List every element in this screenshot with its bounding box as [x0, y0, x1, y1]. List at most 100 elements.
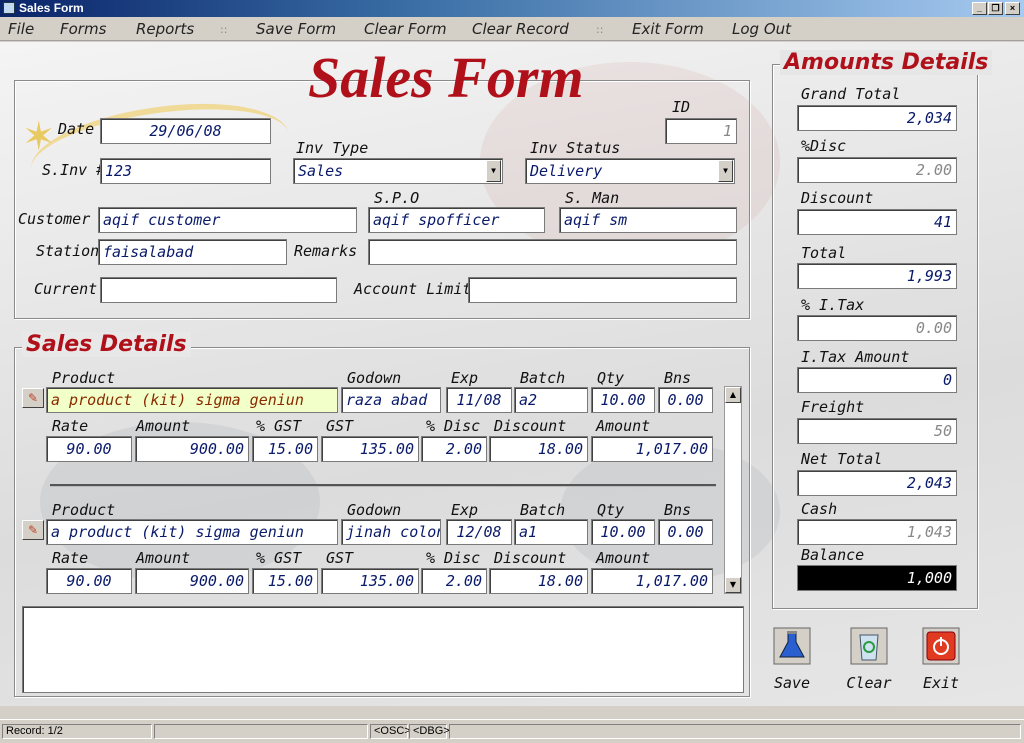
- edit-pencil-icon[interactable]: ✎: [22, 520, 44, 540]
- amount-field[interactable]: 900.00: [135, 436, 249, 462]
- station-label: Station: [36, 242, 100, 260]
- pct-disc-label: % Disc: [426, 417, 481, 435]
- inv-status-select[interactable]: Delivery ▼: [525, 158, 735, 184]
- close-button[interactable]: ×: [1005, 2, 1020, 15]
- product-label: Product: [52, 501, 116, 519]
- rate-field[interactable]: 90.00: [46, 436, 132, 462]
- id-label: ID: [672, 98, 691, 116]
- bns-field[interactable]: 0.00: [658, 519, 713, 545]
- qty-field[interactable]: 10.00: [591, 387, 655, 413]
- restore-button[interactable]: ❐: [988, 2, 1003, 15]
- save-caption: Save: [773, 674, 811, 692]
- discount-label: Discount: [494, 417, 567, 435]
- total-field[interactable]: 1,993: [797, 263, 957, 289]
- discount-field[interactable]: 18.00: [489, 568, 588, 594]
- id-field[interactable]: 1: [665, 118, 737, 144]
- minimize-button[interactable]: _: [972, 2, 987, 15]
- grand-total-field[interactable]: 2,034: [797, 105, 957, 131]
- batch-label: Batch: [520, 501, 566, 519]
- itax-amount-field[interactable]: 0: [797, 367, 957, 393]
- save-button[interactable]: Save: [762, 626, 822, 692]
- exp-field[interactable]: 11/08: [446, 387, 512, 413]
- menu-bar: File Forms Reports :: Save Form Clear Fo…: [0, 17, 1024, 41]
- scroll-up-icon[interactable]: ▲: [725, 387, 741, 403]
- current-field[interactable]: [100, 277, 337, 303]
- pct-disc-label: % Disc: [426, 549, 481, 567]
- pct-disc-field[interactable]: 2.00: [421, 568, 487, 594]
- title-bar: Sales Form _ ❐ ×: [0, 0, 1024, 17]
- net-amount-field[interactable]: 1,017.00: [591, 568, 713, 594]
- menu-separator: ::: [220, 23, 228, 36]
- remarks-field[interactable]: [368, 239, 737, 265]
- menu-forms[interactable]: Forms: [60, 20, 106, 38]
- freight-label: Freight: [801, 398, 865, 416]
- status-bar: Record: 1/2 <OSC> <DBG>: [0, 719, 1024, 743]
- godown-field[interactable]: raza abad: [341, 387, 441, 413]
- freight-field[interactable]: 50: [797, 418, 957, 444]
- sinv-label: S.Inv #: [42, 161, 106, 179]
- edit-pencil-icon[interactable]: ✎: [22, 388, 44, 408]
- pct-disc-total-label: %Disc: [801, 137, 847, 155]
- menu-reports[interactable]: Reports: [136, 20, 194, 38]
- remarks-label: Remarks: [294, 242, 358, 260]
- customer-field[interactable]: aqif customer: [98, 207, 357, 233]
- pct-itax-field[interactable]: 0.00: [797, 315, 957, 341]
- discount-total-label: Discount: [801, 189, 874, 207]
- menu-file[interactable]: File: [8, 20, 34, 38]
- discount-field[interactable]: 18.00: [489, 436, 588, 462]
- spo-field[interactable]: aqif spofficer: [368, 207, 545, 233]
- scroll-down-icon[interactable]: ▼: [725, 577, 741, 593]
- discount-label: Discount: [494, 549, 567, 567]
- notes-memo[interactable]: [22, 606, 744, 693]
- menu-clear-record[interactable]: Clear Record: [472, 20, 569, 38]
- gst-field[interactable]: 135.00: [321, 568, 419, 594]
- inv-type-select[interactable]: Sales ▼: [293, 158, 503, 184]
- details-scrollbar[interactable]: ▲ ▼: [724, 386, 742, 594]
- menu-log-out[interactable]: Log Out: [732, 20, 791, 38]
- menu-separator: ::: [596, 23, 604, 36]
- balance-field[interactable]: 1,000: [797, 565, 957, 591]
- cash-label: Cash: [801, 500, 838, 518]
- inv-type-label: Inv Type: [296, 139, 369, 157]
- station-field[interactable]: faisalabad: [98, 239, 287, 265]
- net-amount-field[interactable]: 1,017.00: [591, 436, 713, 462]
- sales-details-title: Sales Details: [22, 332, 191, 357]
- dropdown-arrow-icon[interactable]: ▼: [718, 160, 733, 182]
- date-label: Date: [58, 120, 95, 138]
- qty-field[interactable]: 10.00: [591, 519, 655, 545]
- pct-gst-field[interactable]: 15.00: [252, 436, 318, 462]
- rate-field[interactable]: 90.00: [46, 568, 132, 594]
- discount-total-field[interactable]: 41: [797, 209, 957, 235]
- sinv-field[interactable]: 123: [100, 158, 271, 184]
- product-field[interactable]: a product (kit) sigma geniun: [46, 519, 338, 545]
- amount-label: Amount: [136, 417, 191, 435]
- sman-field[interactable]: aqif sm: [559, 207, 737, 233]
- menu-clear-form[interactable]: Clear Form: [364, 20, 447, 38]
- godown-field[interactable]: jinah colony: [341, 519, 441, 545]
- date-field[interactable]: 29/06/08: [100, 118, 271, 144]
- dropdown-arrow-icon[interactable]: ▼: [486, 160, 501, 182]
- cash-field[interactable]: 1,043: [797, 519, 957, 545]
- gst-field[interactable]: 135.00: [321, 436, 419, 462]
- pct-disc-total-field[interactable]: 2.00: [797, 157, 957, 183]
- bns-field[interactable]: 0.00: [658, 387, 713, 413]
- menu-exit-form[interactable]: Exit Form: [632, 20, 704, 38]
- pct-gst-field[interactable]: 15.00: [252, 568, 318, 594]
- batch-field[interactable]: a2: [514, 387, 588, 413]
- account-limit-field[interactable]: [468, 277, 737, 303]
- net-total-field[interactable]: 2,043: [797, 470, 957, 496]
- menu-save-form[interactable]: Save Form: [256, 20, 336, 38]
- inv-status-label: Inv Status: [530, 139, 621, 157]
- net-amount-label: Amount: [596, 417, 651, 435]
- batch-field[interactable]: a1: [514, 519, 588, 545]
- osc-status: <OSC>: [370, 724, 411, 739]
- pct-gst-label: % GST: [256, 549, 302, 567]
- pct-disc-field[interactable]: 2.00: [421, 436, 487, 462]
- exp-field[interactable]: 12/08: [446, 519, 512, 545]
- product-field[interactable]: a product (kit) sigma geniun: [46, 387, 338, 413]
- exit-button[interactable]: Exit: [911, 626, 971, 692]
- amount-field[interactable]: 900.00: [135, 568, 249, 594]
- exit-caption: Exit: [922, 674, 960, 692]
- clear-button[interactable]: Clear: [839, 626, 899, 692]
- amount-label: Amount: [136, 549, 191, 567]
